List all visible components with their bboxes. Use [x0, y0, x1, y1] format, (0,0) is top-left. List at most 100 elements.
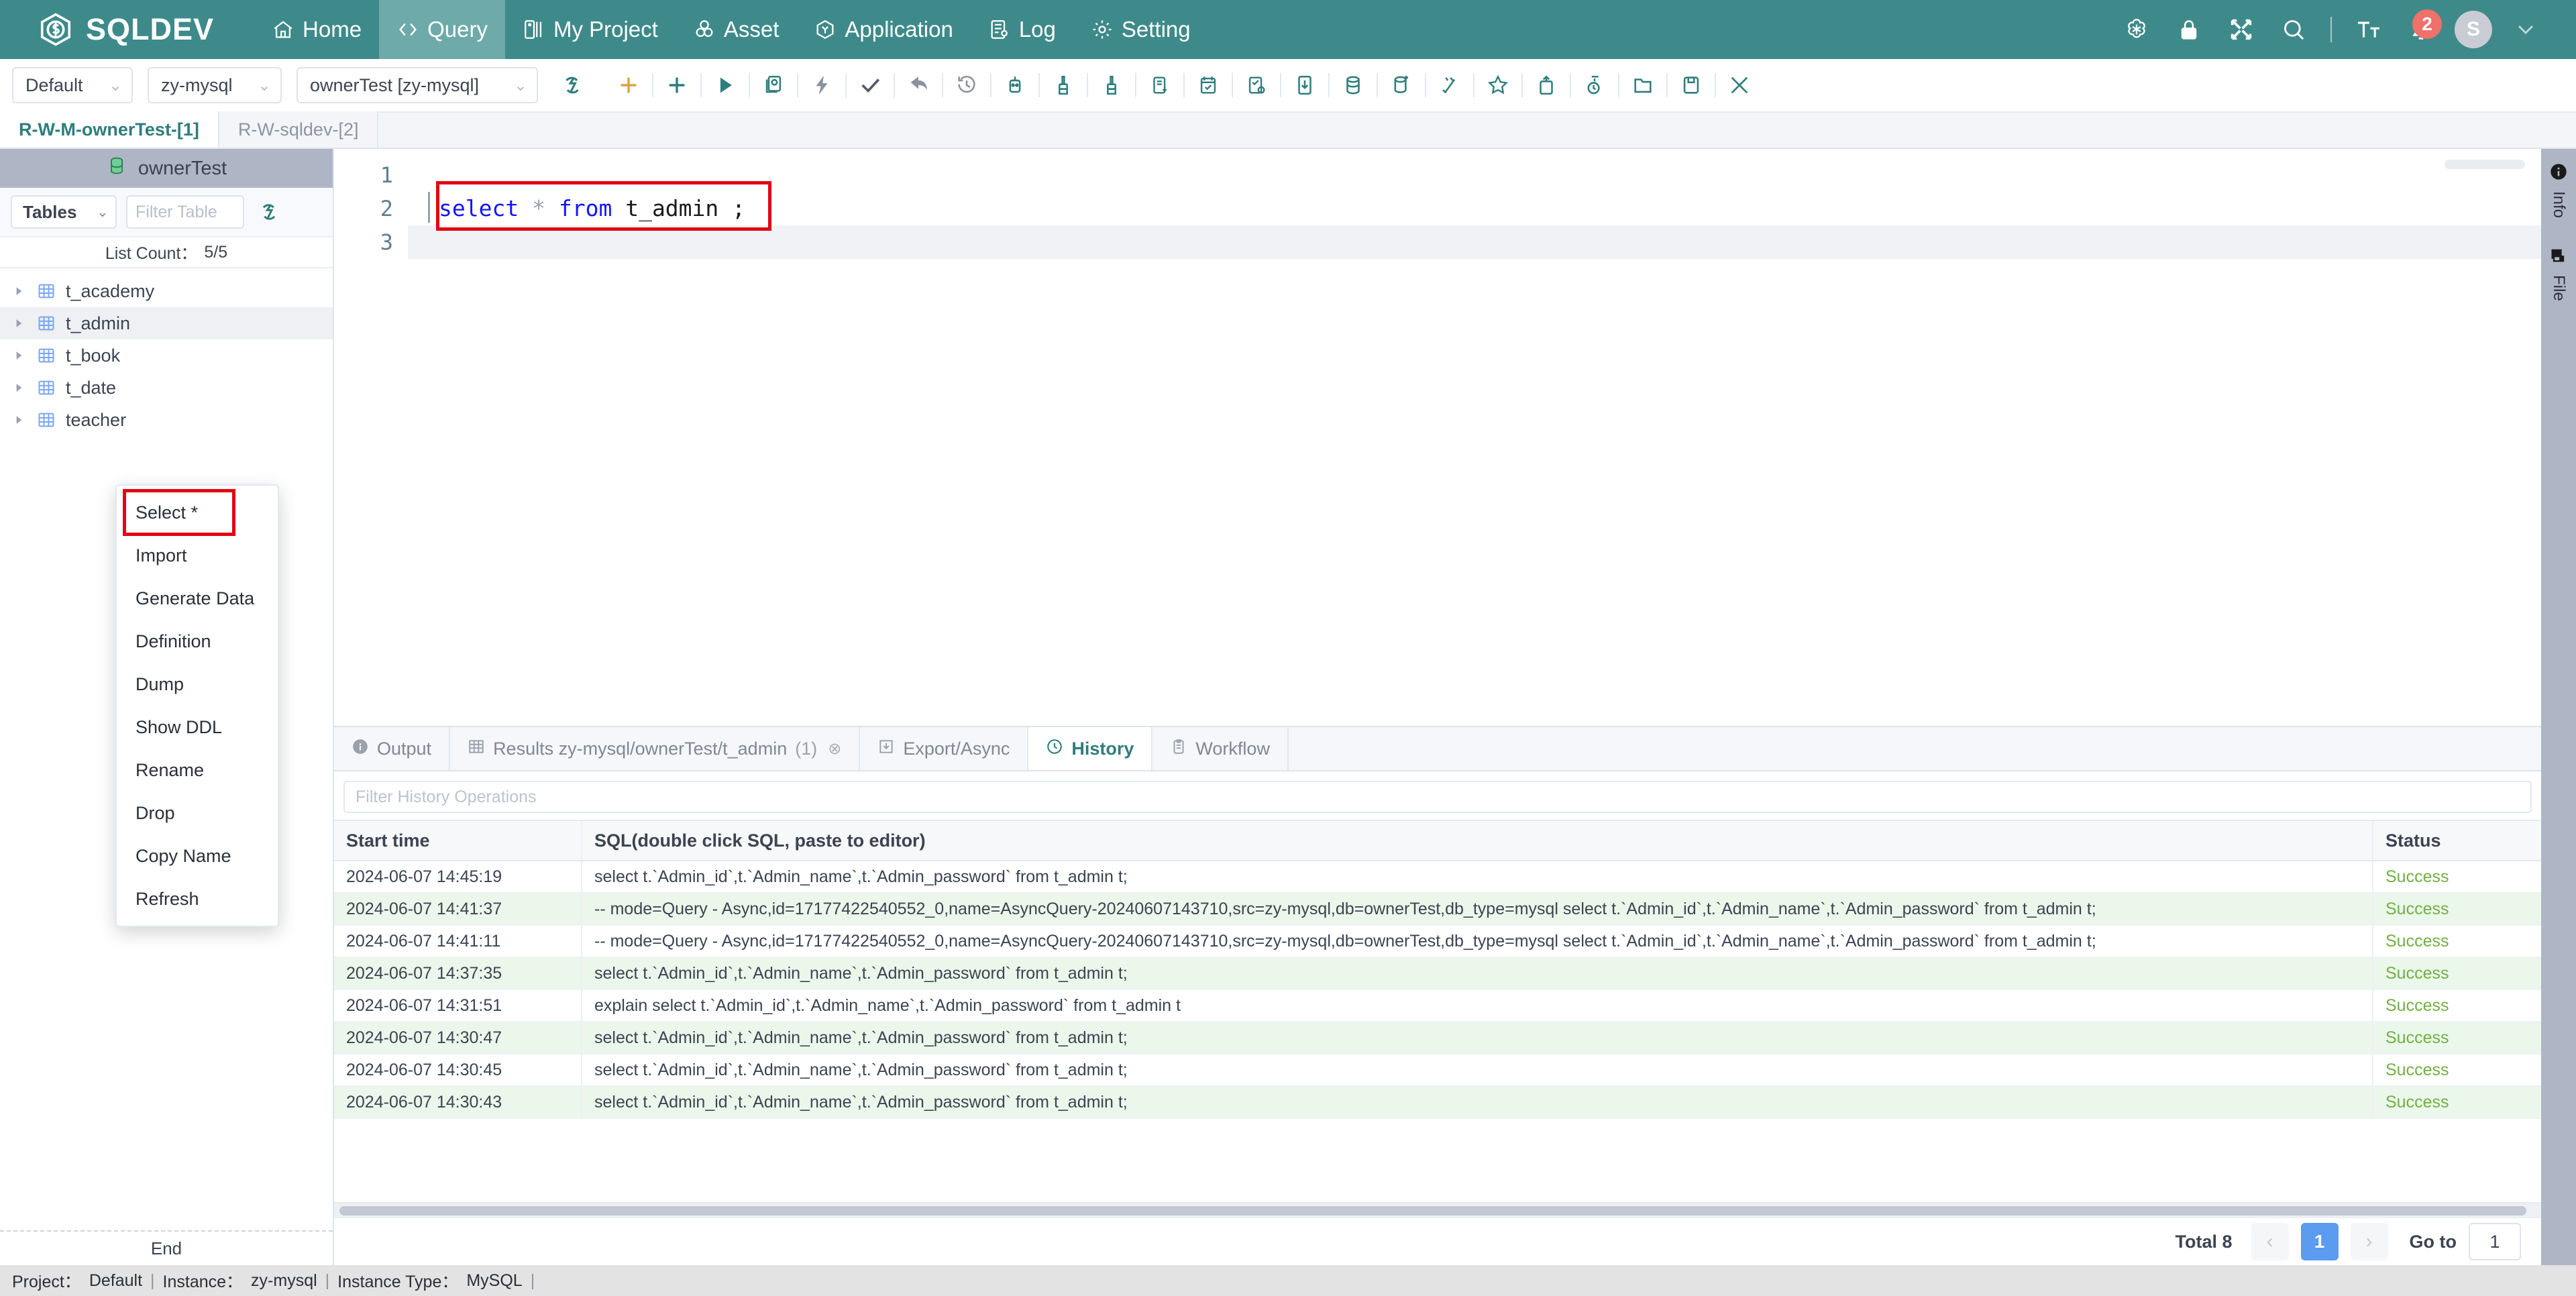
context-menu-item-definition[interactable]: Definition	[117, 620, 278, 663]
database-select[interactable]: ownerTest [zy-mysql] ⌄	[297, 67, 538, 103]
close-icon[interactable]: ⊗	[828, 739, 841, 759]
table-row[interactable]: 2024-06-07 14:30:43 select t.`Admin_id`,…	[334, 1087, 2541, 1119]
run-current-icon[interactable]	[802, 66, 841, 105]
chevron-down-icon[interactable]	[2500, 0, 2552, 59]
download-icon[interactable]	[1285, 66, 1324, 105]
timer-icon[interactable]	[1575, 66, 1614, 105]
history-filter-input[interactable]	[343, 781, 2532, 813]
format-icon[interactable]	[996, 66, 1034, 105]
scrollbar-thumb[interactable]	[339, 1206, 2526, 1216]
filter-table-input[interactable]	[126, 195, 244, 229]
cell-sql[interactable]: -- mode=Query - Async,id=17177422540552_…	[582, 926, 2373, 957]
refresh-connection-icon[interactable]	[553, 66, 592, 105]
chevron-left-icon[interactable]: ‹	[2251, 1223, 2289, 1260]
new-tab-plus-icon[interactable]	[609, 66, 648, 105]
page-number-1[interactable]: 1	[2300, 1223, 2339, 1260]
nav-item-my-project[interactable]: My Project	[505, 0, 676, 59]
folder-icon[interactable]	[1623, 66, 1662, 105]
context-menu-item-drop[interactable]: Drop	[117, 792, 278, 834]
database-add-icon[interactable]	[1382, 66, 1421, 105]
table-row[interactable]: 2024-06-07 14:41:37 -- mode=Query - Asyn…	[334, 894, 2541, 926]
font-size-icon[interactable]	[2343, 0, 2395, 59]
context-menu-item-select-star[interactable]: Select *	[123, 489, 235, 536]
table-row[interactable]: 2024-06-07 14:30:47 select t.`Admin_id`,…	[334, 1022, 2541, 1055]
context-menu-item-show-ddl[interactable]: Show DDL	[117, 706, 278, 749]
refresh-icon[interactable]	[254, 197, 284, 227]
tree-item-t_academy[interactable]: t_academy	[0, 275, 333, 307]
tab-export-async[interactable]: Export/Async	[860, 727, 1029, 770]
rail-item-info[interactable]: Info	[2549, 162, 2568, 218]
rail-item-file[interactable]: File	[2549, 246, 2568, 301]
tree-item-t_book[interactable]: t_book	[0, 339, 333, 372]
cell-sql[interactable]: explain select t.`Admin_id`,t.`Admin_nam…	[582, 990, 2373, 1021]
project-select[interactable]: Default ⌄	[12, 67, 133, 103]
table-row[interactable]: 2024-06-07 14:37:35 select t.`Admin_id`,…	[334, 958, 2541, 990]
nav-item-log[interactable]: Log	[971, 0, 1073, 59]
table-row[interactable]: 2024-06-07 14:30:45 select t.`Admin_id`,…	[334, 1055, 2541, 1087]
beautify-icon[interactable]	[1092, 66, 1131, 105]
editor-tab-1[interactable]: R-W-M-ownerTest-[1]	[0, 111, 219, 148]
object-kind-select[interactable]: Tables ⌄	[11, 195, 117, 229]
context-menu-item-generate-data[interactable]: Generate Data	[117, 577, 278, 620]
task-check-icon[interactable]	[1237, 66, 1276, 105]
horizontal-scrollbar[interactable]	[334, 1202, 2541, 1217]
chevron-right-icon[interactable]: ›	[2350, 1223, 2388, 1260]
context-menu-item-rename[interactable]: Rename	[117, 749, 278, 792]
copy-add-icon[interactable]	[1140, 66, 1179, 105]
search-icon[interactable]	[2267, 0, 2320, 59]
table-row[interactable]: 2024-06-07 14:41:11 -- mode=Query - Asyn…	[334, 926, 2541, 958]
bell-icon[interactable]: 2	[2395, 0, 2447, 59]
tree-item-t_admin[interactable]: t_admin	[0, 307, 333, 339]
cell-sql[interactable]: select t.`Admin_id`,t.`Admin_name`,t.`Ad…	[582, 1022, 2373, 1053]
database-header[interactable]: ownerTest	[0, 149, 333, 188]
nav-item-asset[interactable]: Asset	[676, 0, 797, 59]
nav-item-application[interactable]: Application	[796, 0, 970, 59]
cell-sql[interactable]: select t.`Admin_id`,t.`Admin_name`,t.`Ad…	[582, 1087, 2373, 1118]
run-icon[interactable]	[706, 66, 745, 105]
table-row[interactable]: 2024-06-07 14:31:51 explain select t.`Ad…	[334, 990, 2541, 1022]
instance-select[interactable]: zy-mysql ⌄	[148, 67, 282, 103]
favorite-icon[interactable]	[1479, 66, 1517, 105]
cell-sql[interactable]: select t.`Admin_id`,t.`Admin_name`,t.`Ad…	[582, 958, 2373, 989]
tree-item-t_date[interactable]: t_date	[0, 372, 333, 404]
fullscreen-icon[interactable]	[2215, 0, 2267, 59]
chevron-right-icon[interactable]	[11, 283, 27, 299]
cell-sql[interactable]: -- mode=Query - Async,id=17177422540552_…	[582, 894, 2373, 924]
chevron-right-icon[interactable]	[11, 315, 27, 331]
context-menu-item-dump[interactable]: Dump	[117, 663, 278, 706]
tab-history[interactable]: History	[1028, 727, 1153, 770]
lock-icon[interactable]	[2163, 0, 2215, 59]
random-icon[interactable]	[1430, 66, 1469, 105]
editor-tab-2[interactable]: R-W-sqldev-[2]	[219, 111, 379, 148]
goto-page-input[interactable]	[2469, 1223, 2521, 1260]
history-icon[interactable]	[947, 66, 986, 105]
tools-icon[interactable]	[1720, 66, 1759, 105]
sql-editor[interactable]: 1 2 3 select * from t_admin ;	[334, 149, 2541, 727]
cell-sql[interactable]: select t.`Admin_id`,t.`Admin_name`,t.`Ad…	[582, 861, 2373, 892]
context-menu-item-import[interactable]: Import	[117, 534, 278, 577]
chevron-right-icon[interactable]	[11, 380, 27, 396]
table-row[interactable]: 2024-06-07 14:45:19 select t.`Admin_id`,…	[334, 861, 2541, 894]
nav-item-home[interactable]: Home	[254, 0, 379, 59]
tab-output[interactable]: Output	[334, 727, 451, 770]
cell-sql[interactable]: select t.`Admin_id`,t.`Admin_name`,t.`Ad…	[582, 1055, 2373, 1085]
nav-item-setting[interactable]: Setting	[1073, 0, 1208, 59]
brush-icon[interactable]	[1044, 66, 1083, 105]
editor-code-area[interactable]: select * from t_admin ;	[408, 149, 2541, 726]
plan-check-icon[interactable]	[1189, 66, 1228, 105]
tab-workflow[interactable]: Workflow	[1152, 727, 1289, 770]
tab-results[interactable]: Results zy-mysql/ownerTest/t_admin (1) ⊗	[450, 727, 861, 770]
database-icon[interactable]	[1334, 66, 1373, 105]
chevron-right-icon[interactable]	[11, 347, 27, 364]
add-plus-icon[interactable]	[657, 66, 696, 105]
tree-item-teacher[interactable]: teacher	[0, 404, 333, 436]
ai-icon[interactable]	[2110, 0, 2163, 59]
explain-icon[interactable]	[754, 66, 793, 105]
chevron-right-icon[interactable]	[11, 412, 27, 428]
context-menu-item-refresh[interactable]: Refresh	[117, 877, 278, 920]
avatar[interactable]: S	[2447, 0, 2500, 59]
save-icon[interactable]	[1672, 66, 1711, 105]
undo-icon[interactable]	[899, 66, 938, 105]
nav-item-query[interactable]: Query	[379, 0, 505, 59]
upload-icon[interactable]	[1527, 66, 1566, 105]
